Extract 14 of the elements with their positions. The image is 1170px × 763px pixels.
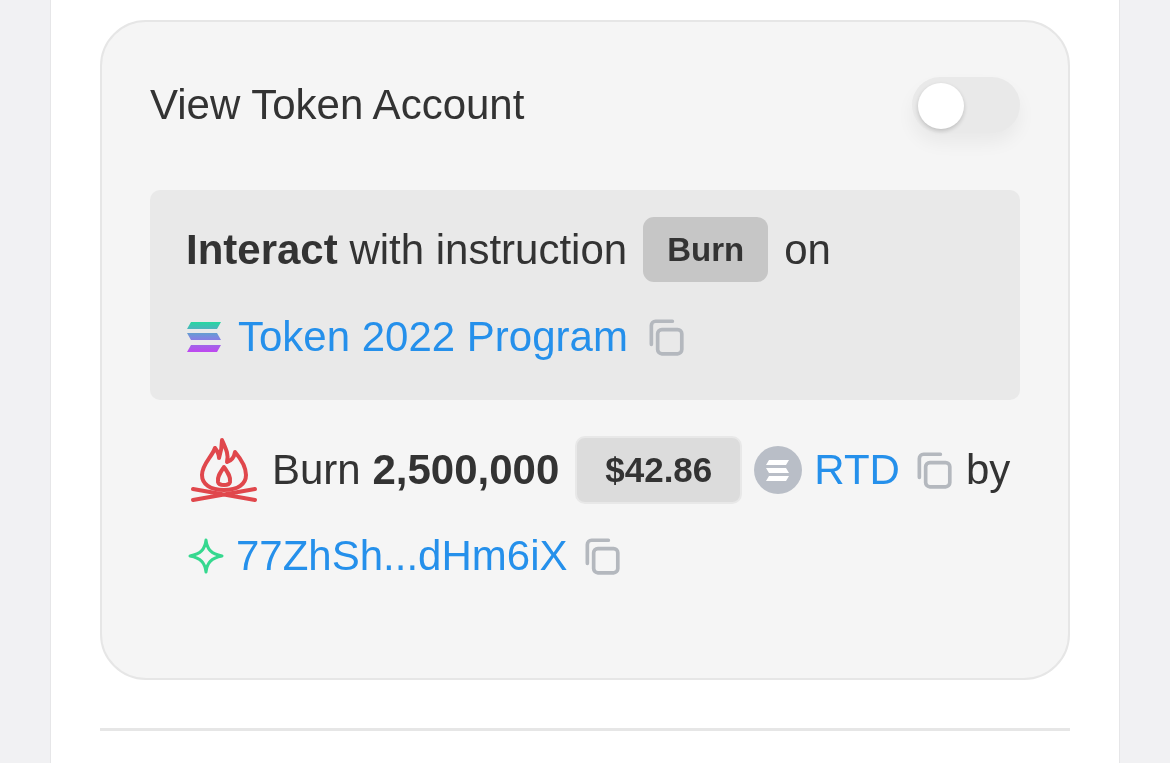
connector-text: on [784,224,831,275]
sparkle-icon [188,538,224,574]
instruction-text: Interact with instruction [186,224,628,275]
program-link[interactable]: Token 2022 Program [238,311,628,362]
address-link[interactable]: 77ZhSh...dHm6iX [236,531,568,581]
stripes-logo-icon [186,320,222,353]
fire-icon [188,437,260,503]
instruction-badge: Burn [643,217,769,282]
token-icon [754,446,803,494]
token-link[interactable]: RTD [814,445,900,495]
connector-text: by [965,445,1011,495]
burn-amount-text: Burn 2,500,000 [272,445,560,495]
usd-value-badge: $42.86 [575,436,743,504]
settings-title: View Token Account [150,80,525,130]
